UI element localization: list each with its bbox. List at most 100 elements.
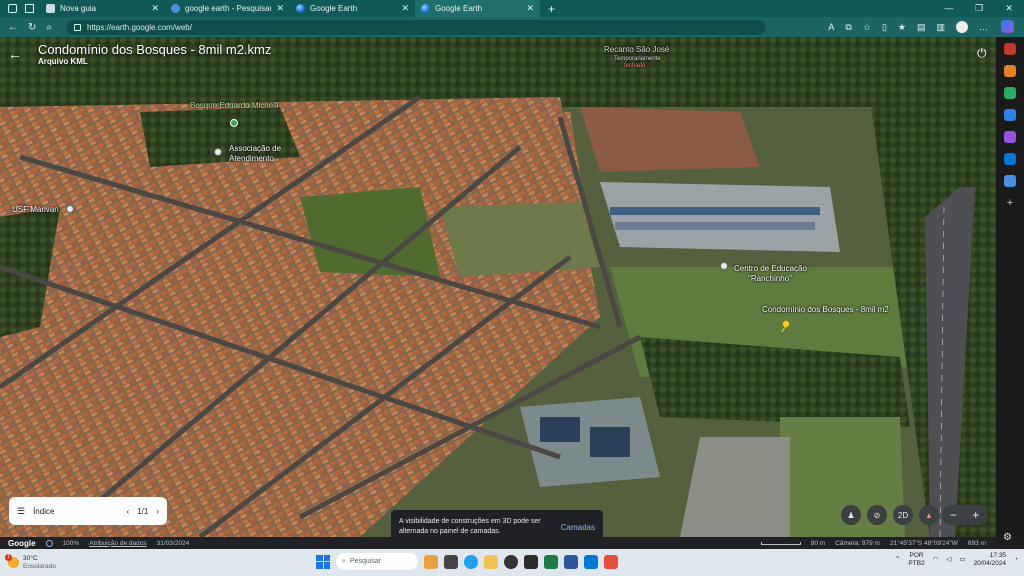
new-tab-button[interactable]: +: [540, 2, 563, 16]
word-icon[interactable]: [564, 554, 578, 569]
search-icon[interactable]: ⌕: [46, 22, 52, 33]
wifi-icon[interactable]: ◠: [933, 556, 939, 564]
weather-temp: 30°C: [23, 554, 38, 562]
copilot-icon[interactable]: [1001, 20, 1014, 33]
prev-page-icon[interactable]: ‹: [127, 507, 130, 516]
index-label: Índice: [33, 506, 55, 516]
layers-button[interactable]: Camadas: [561, 523, 595, 532]
favorite-icon[interactable]: ☆: [863, 22, 871, 33]
taskbar-search[interactable]: ⌕ Pesquisar: [336, 553, 418, 570]
close-tab-icon[interactable]: ✕: [276, 3, 284, 14]
minimize-icon[interactable]: —: [934, 0, 964, 17]
tab-google-earth-1[interactable]: Google Earth ✕: [290, 0, 415, 17]
sidebar-icon[interactable]: ▥: [936, 22, 945, 33]
outlook-taskbar-icon[interactable]: [584, 554, 598, 569]
location-off-icon[interactable]: ⊘: [867, 505, 887, 525]
reload-icon[interactable]: ↻: [28, 22, 36, 33]
tab-label: Google Earth: [435, 4, 483, 13]
page-icon: [46, 4, 55, 13]
copilot-sidebar-icon[interactable]: [1004, 131, 1016, 143]
clock[interactable]: 17:35 20/04/2024: [974, 552, 1007, 568]
widget-bird-icon[interactable]: [424, 554, 438, 569]
url-field[interactable]: https://earth.google.com/web/: [66, 19, 766, 35]
earth-3d-view[interactable]: [0, 37, 996, 537]
place-label-bosque[interactable]: Bosque Eduardo Michelli: [190, 101, 279, 110]
add-sidebar-app-icon[interactable]: +: [1004, 197, 1016, 209]
place-label-associacao-1[interactable]: Associação de: [229, 144, 281, 153]
window-controls: — ❐ ✕: [934, 0, 1024, 17]
place-label-recanto-status-1: Temporariamente: [614, 56, 661, 62]
kml-title: Condomínio dos Bosques - 8mil m2.kmz: [38, 42, 272, 57]
attribution-link[interactable]: Atribuição de dados: [89, 540, 146, 547]
excel-icon[interactable]: [544, 554, 558, 569]
task-view-icon[interactable]: [444, 554, 458, 569]
clock-date: 20/04/2024: [973, 560, 1007, 567]
split-screen-icon[interactable]: ▯: [882, 22, 887, 33]
store-icon[interactable]: [524, 554, 538, 569]
settings-gear-icon[interactable]: ⚙: [1003, 532, 1012, 543]
place-label-condominio[interactable]: Condomínio dos Bosques - 8mil m2: [762, 305, 889, 314]
read-aloud-icon[interactable]: A: [828, 22, 834, 32]
snipping-tool-icon[interactable]: [604, 554, 618, 569]
tab-google-earth-2[interactable]: Google Earth ✕: [415, 0, 540, 17]
zoom-out-button[interactable]: −: [950, 508, 957, 522]
dell-icon[interactable]: [504, 554, 518, 569]
workspace-controls: [0, 4, 40, 13]
health-pin-icon[interactable]: [66, 205, 74, 213]
close-tab-icon[interactable]: ✕: [151, 3, 159, 14]
file-explorer-icon[interactable]: [484, 554, 498, 569]
extensions-icon[interactable]: ⧉: [845, 22, 851, 33]
outlook-icon[interactable]: [1004, 153, 1016, 165]
compass-icon[interactable]: ▲: [919, 505, 939, 525]
back-arrow-icon[interactable]: ←: [8, 46, 22, 62]
tools-icon[interactable]: [1004, 87, 1016, 99]
games-icon[interactable]: [1004, 109, 1016, 121]
pegman-icon[interactable]: ♟: [841, 505, 861, 525]
shopping-icon[interactable]: [1004, 65, 1016, 77]
park-pin-icon[interactable]: [230, 119, 238, 127]
imagery-date: 31/03/2024: [156, 539, 190, 547]
elevation: 693 m: [967, 539, 986, 547]
scale-label: 80 m: [810, 539, 826, 547]
more-icon[interactable]: …: [979, 22, 988, 32]
school-pin-icon[interactable]: [720, 262, 728, 270]
close-window-icon[interactable]: ✕: [994, 0, 1024, 17]
avatar[interactable]: [956, 21, 968, 33]
earth-status-bar: Google 100% Atribuição de dados 31/03/20…: [0, 537, 996, 549]
close-tab-icon[interactable]: ✕: [526, 3, 534, 14]
notifications-icon[interactable]: ◔: [1014, 556, 1018, 564]
tab-google-search[interactable]: google earth - Pesquisar ✕: [165, 0, 290, 17]
place-label-associacao-2[interactable]: Atendimento: [229, 154, 274, 163]
collections-icon[interactable]: ▤: [917, 22, 926, 33]
bing-icon[interactable]: [1004, 43, 1016, 55]
camera-altitude: Câmera: 979 m: [835, 539, 880, 547]
loading-ring-icon: [45, 539, 53, 547]
index-panel[interactable]: ☰ Índice ‹ 1/1 ›: [9, 497, 167, 525]
tab-nova-guia[interactable]: Nova guia ✕: [40, 0, 165, 17]
pushpin-icon[interactable]: [780, 320, 790, 332]
zoom-in-button[interactable]: +: [972, 508, 979, 522]
workspaces-icon[interactable]: [8, 4, 17, 13]
place-label-recanto[interactable]: Recanto São José: [604, 45, 669, 54]
taskbar-apps: ⌕ Pesquisar: [316, 553, 618, 570]
tab-actions-icon[interactable]: [25, 4, 34, 13]
edge-icon[interactable]: [464, 554, 478, 569]
place-label-centro-1[interactable]: Centro de Educação: [734, 264, 807, 273]
favorites-icon[interactable]: ★: [898, 22, 906, 33]
place-label-centro-2[interactable]: "Ranchinho": [748, 274, 792, 283]
maximize-icon[interactable]: ❐: [964, 0, 994, 17]
volume-icon[interactable]: ◁: [946, 556, 951, 564]
place-pin-icon[interactable]: [214, 148, 222, 156]
weather-widget[interactable]: 1 30°C Ensolarado: [0, 554, 120, 571]
send-icon[interactable]: [1004, 175, 1016, 187]
battery-icon[interactable]: ▭: [959, 556, 965, 564]
share-icon[interactable]: ⏻: [977, 46, 987, 61]
back-icon[interactable]: ←: [8, 22, 18, 33]
chevron-up-icon[interactable]: ⌃: [895, 556, 900, 564]
toggle-2d-button[interactable]: 2D: [893, 505, 913, 525]
windows-start-icon[interactable]: [316, 554, 330, 569]
close-tab-icon[interactable]: ✕: [401, 3, 409, 14]
place-label-usf[interactable]: USF Marivan: [12, 205, 59, 214]
language-indicator[interactable]: POR PTB2: [908, 552, 924, 568]
next-page-icon[interactable]: ›: [156, 507, 159, 516]
